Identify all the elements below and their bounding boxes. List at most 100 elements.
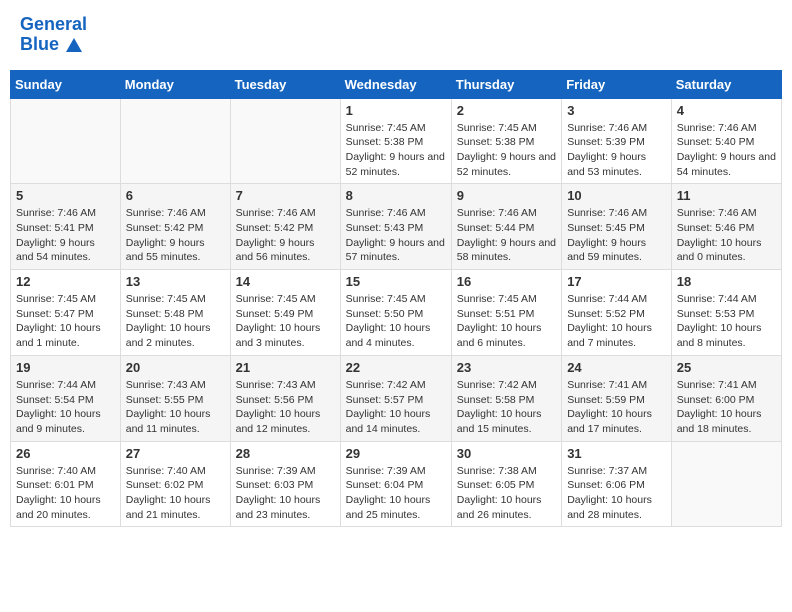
day-info: Sunrise: 7:44 AM Sunset: 5:54 PM Dayligh… [16,378,115,437]
week-row-5: 26Sunrise: 7:40 AM Sunset: 6:01 PM Dayli… [11,441,782,527]
day-number: 13 [126,274,225,289]
calendar-cell: 11 Sunrise: 7:46 AM Sunset: 5:46 PM Dayli… [671,184,781,270]
calendar-cell: 13 Sunrise: 7:45 AM Sunset: 5:48 PM Dayli… [120,270,230,356]
day-number: 14 [236,274,335,289]
day-number: 22 [346,360,446,375]
calendar-cell: 12 Sunrise: 7:45 AM Sunset: 5:47 PM Dayli… [11,270,121,356]
day-info: Sunrise: 7:42 AM Sunset: 5:58 PM Dayligh… [457,378,556,437]
day-info: Sunrise: 7:45 AM Sunset: 5:47 PM Dayligh… [16,292,115,351]
calendar-cell: 30 Sunrise: 7:38 AM Sunset: 6:05 PM Dayli… [451,441,561,527]
calendar-cell: 22 Sunrise: 7:42 AM Sunset: 5:57 PM Dayli… [340,355,451,441]
day-number: 9 [457,188,556,203]
day-info: Sunrise: 7:45 AM Sunset: 5:38 PM Dayligh… [346,121,446,180]
day-info: Sunrise: 7:37 AM Sunset: 6:06 PM Dayligh… [567,464,666,523]
calendar-cell: 15Sunrise: 7:45 AM Sunset: 5:50 PM Dayli… [340,270,451,356]
day-info: Sunrise: 7:45 AM Sunset: 5:51 PM Dayligh… [457,292,556,351]
day-number: 12 [16,274,115,289]
day-info: Sunrise: 7:46 AM Sunset: 5:41 PM Dayligh… [16,206,115,265]
day-info: Sunrise: 7:45 AM Sunset: 5:49 PM Dayligh… [236,292,335,351]
day-info: Sunrise: 7:39 AM Sunset: 6:04 PM Dayligh… [346,464,446,523]
day-info: Sunrise: 7:46 AM Sunset: 5:42 PM Dayligh… [236,206,335,265]
day-info: Sunrise: 7:44 AM Sunset: 5:53 PM Dayligh… [677,292,776,351]
day-header-row: SundayMondayTuesdayWednesdayThursdayFrid… [11,70,782,98]
day-info: Sunrise: 7:39 AM Sunset: 6:03 PM Dayligh… [236,464,335,523]
calendar-cell: 29 Sunrise: 7:39 AM Sunset: 6:04 PM Dayli… [340,441,451,527]
calendar-cell [120,98,230,184]
logo-line1: General [20,15,87,35]
calendar-cell: 4Sunrise: 7:46 AM Sunset: 5:40 PM Daylig… [671,98,781,184]
day-info: Sunrise: 7:46 AM Sunset: 5:42 PM Dayligh… [126,206,225,265]
page-header: General Blue [10,10,782,60]
calendar-cell: 21 Sunrise: 7:43 AM Sunset: 5:56 PM Dayli… [230,355,340,441]
calendar-cell: 6 Sunrise: 7:46 AM Sunset: 5:42 PM Daylig… [120,184,230,270]
day-number: 27 [126,446,225,461]
calendar-cell: 2 Sunrise: 7:45 AM Sunset: 5:38 PM Daylig… [451,98,561,184]
calendar-cell [671,441,781,527]
day-header-saturday: Saturday [671,70,781,98]
logo: General Blue [20,15,87,55]
day-info: Sunrise: 7:46 AM Sunset: 5:39 PM Dayligh… [567,121,666,180]
day-number: 16 [457,274,556,289]
calendar-cell: 9 Sunrise: 7:46 AM Sunset: 5:44 PM Daylig… [451,184,561,270]
day-number: 10 [567,188,666,203]
calendar-cell: 31 Sunrise: 7:37 AM Sunset: 6:06 PM Dayli… [562,441,672,527]
day-number: 17 [567,274,666,289]
day-number: 30 [457,446,556,461]
calendar-cell: 18Sunrise: 7:44 AM Sunset: 5:53 PM Dayli… [671,270,781,356]
week-row-4: 19 Sunrise: 7:44 AM Sunset: 5:54 PM Dayli… [11,355,782,441]
day-number: 24 [567,360,666,375]
calendar-table: SundayMondayTuesdayWednesdayThursdayFrid… [10,70,782,528]
calendar-cell: 27 Sunrise: 7:40 AM Sunset: 6:02 PM Dayli… [120,441,230,527]
day-number: 6 [126,188,225,203]
day-number: 23 [457,360,556,375]
day-header-wednesday: Wednesday [340,70,451,98]
day-number: 1 [346,103,446,118]
day-number: 19 [16,360,115,375]
calendar-cell: 26Sunrise: 7:40 AM Sunset: 6:01 PM Dayli… [11,441,121,527]
calendar-cell: 5 Sunrise: 7:46 AM Sunset: 5:41 PM Daylig… [11,184,121,270]
day-info: Sunrise: 7:44 AM Sunset: 5:52 PM Dayligh… [567,292,666,351]
day-number: 5 [16,188,115,203]
day-info: Sunrise: 7:43 AM Sunset: 5:56 PM Dayligh… [236,378,335,437]
day-info: Sunrise: 7:40 AM Sunset: 6:02 PM Dayligh… [126,464,225,523]
day-number: 2 [457,103,556,118]
day-info: Sunrise: 7:41 AM Sunset: 5:59 PM Dayligh… [567,378,666,437]
calendar-cell: 16 Sunrise: 7:45 AM Sunset: 5:51 PM Dayli… [451,270,561,356]
calendar-cell: 23 Sunrise: 7:42 AM Sunset: 5:58 PM Dayli… [451,355,561,441]
day-number: 28 [236,446,335,461]
day-info: Sunrise: 7:45 AM Sunset: 5:38 PM Dayligh… [457,121,556,180]
day-number: 8 [346,188,446,203]
day-info: Sunrise: 7:38 AM Sunset: 6:05 PM Dayligh… [457,464,556,523]
calendar-cell: 19 Sunrise: 7:44 AM Sunset: 5:54 PM Dayli… [11,355,121,441]
day-number: 4 [677,103,776,118]
day-info: Sunrise: 7:45 AM Sunset: 5:50 PM Dayligh… [346,292,446,351]
day-info: Sunrise: 7:46 AM Sunset: 5:46 PM Dayligh… [677,206,776,265]
day-number: 21 [236,360,335,375]
day-number: 7 [236,188,335,203]
day-header-tuesday: Tuesday [230,70,340,98]
day-number: 3 [567,103,666,118]
day-number: 20 [126,360,225,375]
calendar-cell: 1 Sunrise: 7:45 AM Sunset: 5:38 PM Daylig… [340,98,451,184]
calendar-cell [11,98,121,184]
calendar-cell: 28 Sunrise: 7:39 AM Sunset: 6:03 PM Dayli… [230,441,340,527]
day-info: Sunrise: 7:46 AM Sunset: 5:45 PM Dayligh… [567,206,666,265]
calendar-cell: 14 Sunrise: 7:45 AM Sunset: 5:49 PM Dayli… [230,270,340,356]
calendar-cell: 7 Sunrise: 7:46 AM Sunset: 5:42 PM Daylig… [230,184,340,270]
logo-line2: Blue [20,35,87,55]
day-number: 29 [346,446,446,461]
day-info: Sunrise: 7:46 AM Sunset: 5:44 PM Dayligh… [457,206,556,265]
calendar-cell: 3 Sunrise: 7:46 AM Sunset: 5:39 PM Daylig… [562,98,672,184]
calendar-cell: 25Sunrise: 7:41 AM Sunset: 6:00 PM Dayli… [671,355,781,441]
day-number: 31 [567,446,666,461]
day-info: Sunrise: 7:42 AM Sunset: 5:57 PM Dayligh… [346,378,446,437]
day-info: Sunrise: 7:40 AM Sunset: 6:01 PM Dayligh… [16,464,115,523]
day-number: 11 [677,188,776,203]
calendar-cell: 8 Sunrise: 7:46 AM Sunset: 5:43 PM Daylig… [340,184,451,270]
day-number: 25 [677,360,776,375]
calendar-cell: 17 Sunrise: 7:44 AM Sunset: 5:52 PM Dayli… [562,270,672,356]
day-info: Sunrise: 7:43 AM Sunset: 5:55 PM Dayligh… [126,378,225,437]
day-info: Sunrise: 7:45 AM Sunset: 5:48 PM Dayligh… [126,292,225,351]
day-info: Sunrise: 7:46 AM Sunset: 5:43 PM Dayligh… [346,206,446,265]
calendar-cell [230,98,340,184]
